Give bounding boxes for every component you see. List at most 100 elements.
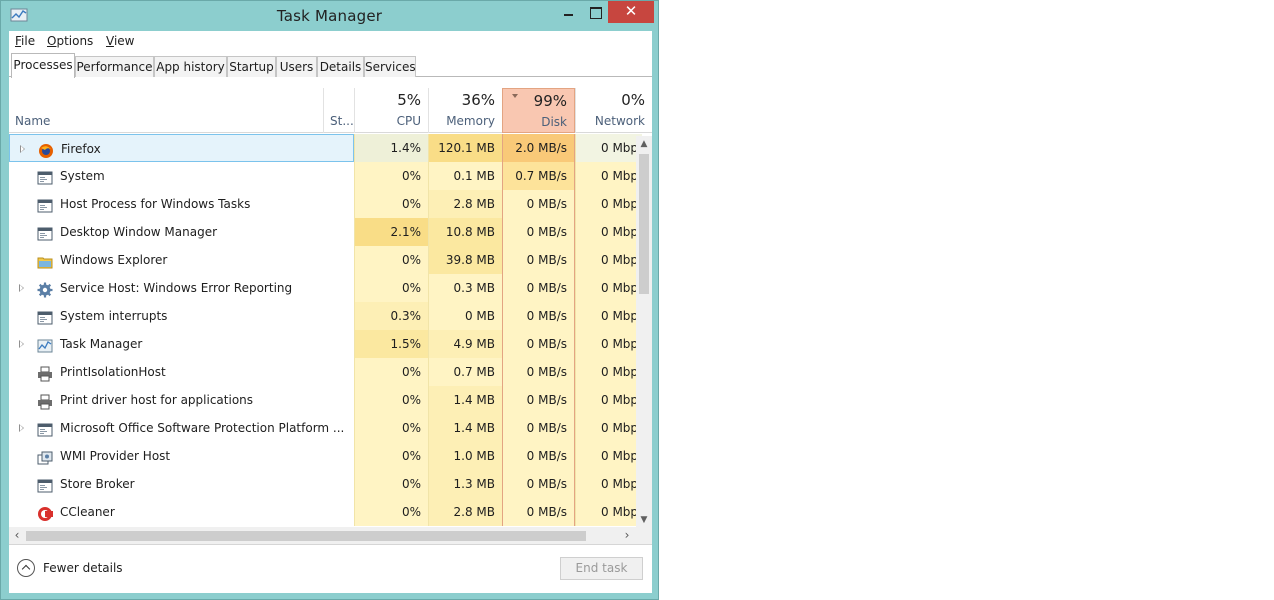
process-grid: Name St... 5% CPU 36% Memory 99% Disk 0%… xyxy=(9,78,652,527)
disk-value: 0 MB/s xyxy=(502,498,575,526)
network-total: 0% xyxy=(621,91,645,109)
process-name-cell[interactable]: Microsoft Office Software Protection Pla… xyxy=(9,414,354,442)
process-row[interactable]: Host Process for Windows Tasks 0% 2.8 MB 0 … xyxy=(9,190,642,218)
menu-options[interactable]: Options xyxy=(47,34,93,48)
tab-strip: Processes Performance App history Startu… xyxy=(9,53,652,78)
scroll-right-icon[interactable]: › xyxy=(621,529,633,541)
end-task-button[interactable]: End task xyxy=(560,557,643,580)
memory-value: 1.4 MB xyxy=(428,386,502,414)
process-row[interactable]: WMI Provider Host 0% 1.0 MB 0 MB/s 0 Mbps xyxy=(9,442,642,470)
menu-view[interactable]: View xyxy=(106,34,134,48)
process-name-cell[interactable]: System interrupts xyxy=(9,302,354,330)
process-name: System xyxy=(60,169,105,183)
close-button[interactable]: ✕ xyxy=(608,1,654,23)
scroll-left-icon[interactable]: ‹ xyxy=(11,529,23,541)
vertical-scroll-thumb[interactable] xyxy=(639,154,649,294)
column-name[interactable]: Name xyxy=(9,88,323,133)
network-value: 0 Mbps xyxy=(575,358,642,386)
app-window-icon xyxy=(37,168,53,185)
tab-processes[interactable]: Processes xyxy=(11,53,75,78)
horizontal-scroll-thumb[interactable] xyxy=(26,531,586,541)
scroll-up-icon[interactable]: ▲ xyxy=(639,139,649,149)
cpu-value: 0% xyxy=(354,190,428,218)
tab-app-history[interactable]: App history xyxy=(154,56,227,77)
disk-value: 0 MB/s xyxy=(502,190,575,218)
expand-arrow-icon[interactable] xyxy=(20,145,25,153)
disk-value: 0 MB/s xyxy=(502,218,575,246)
cpu-value: 1.4% xyxy=(354,134,428,162)
gear-icon xyxy=(37,280,53,298)
disk-total: 99% xyxy=(533,92,567,110)
minimize-button[interactable] xyxy=(556,1,582,23)
column-name-label: Name xyxy=(15,114,51,128)
cpu-value: 0% xyxy=(354,162,428,190)
memory-value: 39.8 MB xyxy=(428,246,502,274)
process-name-cell[interactable]: Windows Explorer xyxy=(9,246,354,274)
tab-users[interactable]: Users xyxy=(276,56,317,77)
process-name-cell[interactable]: Firefox xyxy=(9,134,354,162)
process-name: Microsoft Office Software Protection Pla… xyxy=(60,421,345,435)
menu-file[interactable]: File xyxy=(15,34,35,48)
app-window-icon xyxy=(37,420,53,437)
process-name-cell[interactable]: Host Process for Windows Tasks xyxy=(9,190,354,218)
process-row[interactable]: Desktop Window Manager 2.1% 10.8 MB 0 MB/s 0… xyxy=(9,218,642,246)
memory-value: 1.4 MB xyxy=(428,414,502,442)
process-name: Store Broker xyxy=(60,477,135,491)
memory-value: 10.8 MB xyxy=(428,218,502,246)
maximize-button[interactable] xyxy=(582,1,608,23)
expand-arrow-icon[interactable] xyxy=(19,340,24,348)
process-name-cell[interactable]: Service Host: Windows Error Reporting xyxy=(9,274,354,302)
disk-value: 0 MB/s xyxy=(502,386,575,414)
network-value: 0 Mbps xyxy=(575,470,642,498)
process-name-cell[interactable]: WMI Provider Host xyxy=(9,442,354,470)
expand-arrow-icon[interactable] xyxy=(19,284,24,292)
process-name-cell[interactable]: Desktop Window Manager xyxy=(9,218,354,246)
disk-value: 0 MB/s xyxy=(502,330,575,358)
tab-details[interactable]: Details xyxy=(317,56,364,77)
process-name-cell[interactable]: System xyxy=(9,162,354,190)
process-name-cell[interactable]: CCleaner xyxy=(9,498,354,526)
network-value: 0 Mbps xyxy=(575,386,642,414)
vertical-scrollbar[interactable]: ▲ ▼ xyxy=(636,136,652,527)
cpu-value: 0% xyxy=(354,414,428,442)
process-row[interactable]: Service Host: Windows Error Reporting 0% 0… xyxy=(9,274,642,302)
process-row[interactable]: PrintIsolationHost 0% 0.7 MB 0 MB/s 0 Mbps xyxy=(9,358,642,386)
app-window-icon xyxy=(37,308,53,325)
horizontal-scrollbar[interactable]: ‹ › xyxy=(9,527,652,544)
tab-services[interactable]: Services xyxy=(364,56,416,77)
tab-startup[interactable]: Startup xyxy=(227,56,276,77)
memory-value: 0.3 MB xyxy=(428,274,502,302)
process-row[interactable]: Windows Explorer 0% 39.8 MB 0 MB/s 0 Mbps xyxy=(9,246,642,274)
column-status[interactable]: St... xyxy=(323,88,354,133)
disk-value: 0 MB/s xyxy=(502,246,575,274)
scroll-down-icon[interactable]: ▼ xyxy=(639,515,649,525)
process-row[interactable]: Store Broker 0% 1.3 MB 0 MB/s 0 Mbps xyxy=(9,470,642,498)
printer-icon xyxy=(37,364,53,382)
process-row[interactable]: Print driver host for applications 0% 1.4 … xyxy=(9,386,642,414)
network-value: 0 Mbps xyxy=(575,330,642,358)
disk-value: 0 MB/s xyxy=(502,442,575,470)
column-network[interactable]: 0% Network xyxy=(575,88,652,133)
process-row[interactable]: Task Manager 1.5% 4.9 MB 0 MB/s 0 Mbps xyxy=(9,330,642,358)
process-row[interactable]: Microsoft Office Software Protection Pla… xyxy=(9,414,642,442)
process-row[interactable]: System 0% 0.1 MB 0.7 MB/s 0 Mbps xyxy=(9,162,642,190)
chevron-up-circle-icon[interactable] xyxy=(17,559,35,577)
title-bar[interactable]: Task Manager ✕ xyxy=(1,1,658,32)
process-row[interactable]: CCleaner 0% 2.8 MB 0 MB/s 0 Mbps xyxy=(9,498,642,526)
disk-value: 2.0 MB/s xyxy=(502,134,575,162)
process-name-cell[interactable]: Store Broker xyxy=(9,470,354,498)
tab-performance[interactable]: Performance xyxy=(75,56,154,77)
column-cpu-label: CPU xyxy=(396,114,421,128)
process-row[interactable]: System interrupts 0.3% 0 MB 0 MB/s 0 Mbps xyxy=(9,302,642,330)
column-cpu[interactable]: 5% CPU xyxy=(354,88,428,133)
process-name-cell[interactable]: PrintIsolationHost xyxy=(9,358,354,386)
process-name-cell[interactable]: Print driver host for applications xyxy=(9,386,354,414)
column-disk[interactable]: 99% Disk xyxy=(502,88,575,133)
process-name: Service Host: Windows Error Reporting xyxy=(60,281,293,295)
process-name-cell[interactable]: Task Manager xyxy=(9,330,354,358)
network-value: 0 Mbps xyxy=(575,414,642,442)
process-row[interactable]: Firefox 1.4% 120.1 MB 2.0 MB/s 0 Mbps xyxy=(9,134,642,162)
column-memory[interactable]: 36% Memory xyxy=(428,88,502,133)
expand-arrow-icon[interactable] xyxy=(19,424,24,432)
fewer-details-link[interactable]: Fewer details xyxy=(43,561,123,575)
